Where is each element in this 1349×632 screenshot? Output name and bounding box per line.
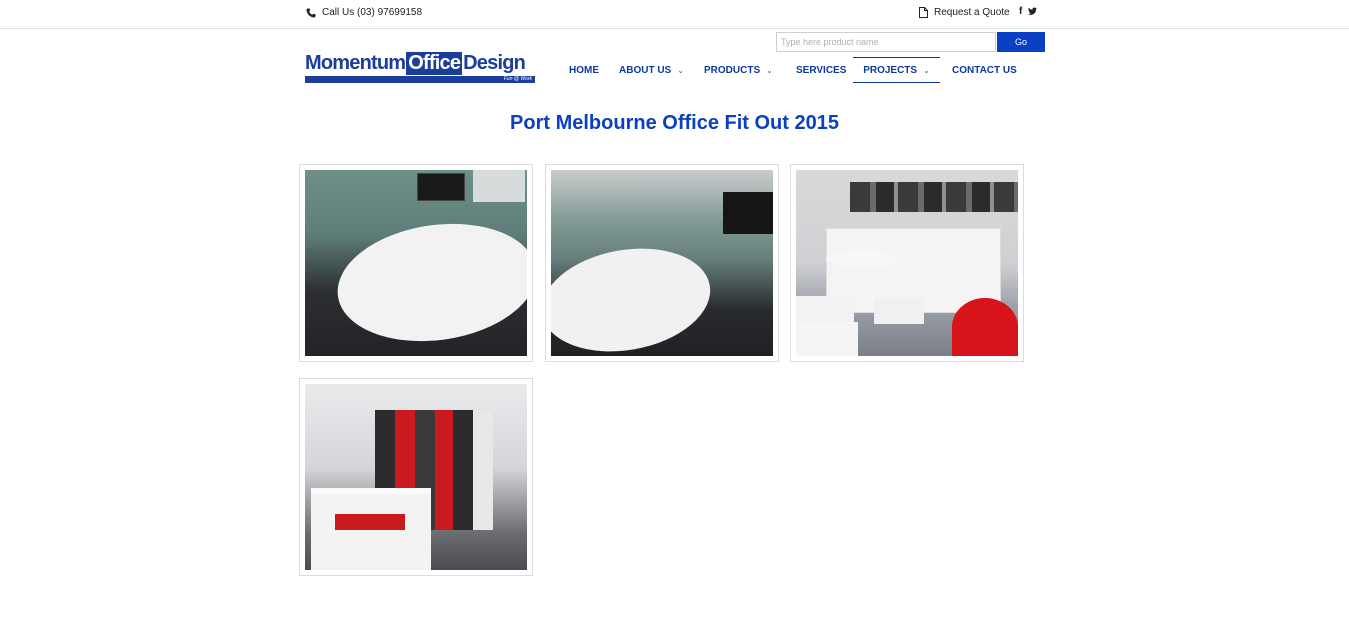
nav-item-projects[interactable]: PROJECTS ⌄ — [853, 57, 940, 83]
request-quote-label: Request a Quote — [934, 7, 1010, 18]
nav-label: ABOUT US — [619, 64, 672, 76]
logo-word-momentum: Momentum — [305, 52, 406, 74]
chevron-down-icon: ⌄ — [923, 65, 930, 75]
product-search-input[interactable] — [776, 32, 996, 52]
top-bar: Call Us (03) 97699158 Request a Quote f — [0, 0, 1349, 29]
nav-item-products[interactable]: PRODUCTS ⌄ — [704, 57, 773, 83]
company-logo[interactable]: Momentum Office Design Fun @ Work — [305, 51, 535, 84]
gallery-image-2[interactable] — [545, 164, 779, 362]
kitchen-photo — [305, 384, 527, 570]
logo-word-design: Design — [463, 52, 526, 74]
nav-label: HOME — [569, 64, 599, 76]
nav-label: SERVICES — [796, 64, 847, 76]
lounge-photo — [796, 170, 1018, 356]
nav-label: PROJECTS — [863, 64, 918, 76]
meeting-room-photo — [551, 170, 773, 356]
phone-label: Call Us (03) 97699158 — [322, 7, 423, 18]
phone-contact[interactable]: Call Us (03) 97699158 — [306, 7, 422, 18]
meeting-room-photo — [305, 170, 527, 356]
facebook-icon[interactable]: f — [1019, 6, 1022, 18]
document-icon — [919, 7, 928, 18]
nav-item-services[interactable]: SERVICES — [796, 57, 846, 83]
chevron-down-icon: ⌄ — [766, 65, 773, 75]
gallery-image-4[interactable] — [299, 378, 533, 576]
twitter-icon[interactable] — [1028, 7, 1038, 16]
nav-item-about-us[interactable]: ABOUT US ⌄ — [619, 57, 684, 83]
logo-word-office: Office — [406, 52, 463, 75]
gallery-image-1[interactable] — [299, 164, 533, 362]
page-title: Port Melbourne Office Fit Out 2015 — [510, 112, 839, 134]
search-go-button[interactable]: Go — [997, 32, 1045, 52]
gallery-image-3[interactable] — [790, 164, 1024, 362]
nav-label: PRODUCTS — [704, 64, 761, 76]
request-quote-link[interactable]: Request a Quote — [919, 7, 1010, 18]
chevron-down-icon: ⌄ — [677, 65, 684, 75]
logo-tagline: Fun @ Work — [503, 76, 532, 82]
phone-icon — [306, 8, 316, 17]
nav-item-home[interactable]: HOME — [569, 57, 599, 83]
logo-bar: Fun @ Work — [305, 76, 535, 83]
social-links: f — [1019, 6, 1038, 18]
nav-label: CONTACT US — [952, 64, 1017, 76]
nav-item-contact-us[interactable]: CONTACT US — [952, 57, 1017, 83]
